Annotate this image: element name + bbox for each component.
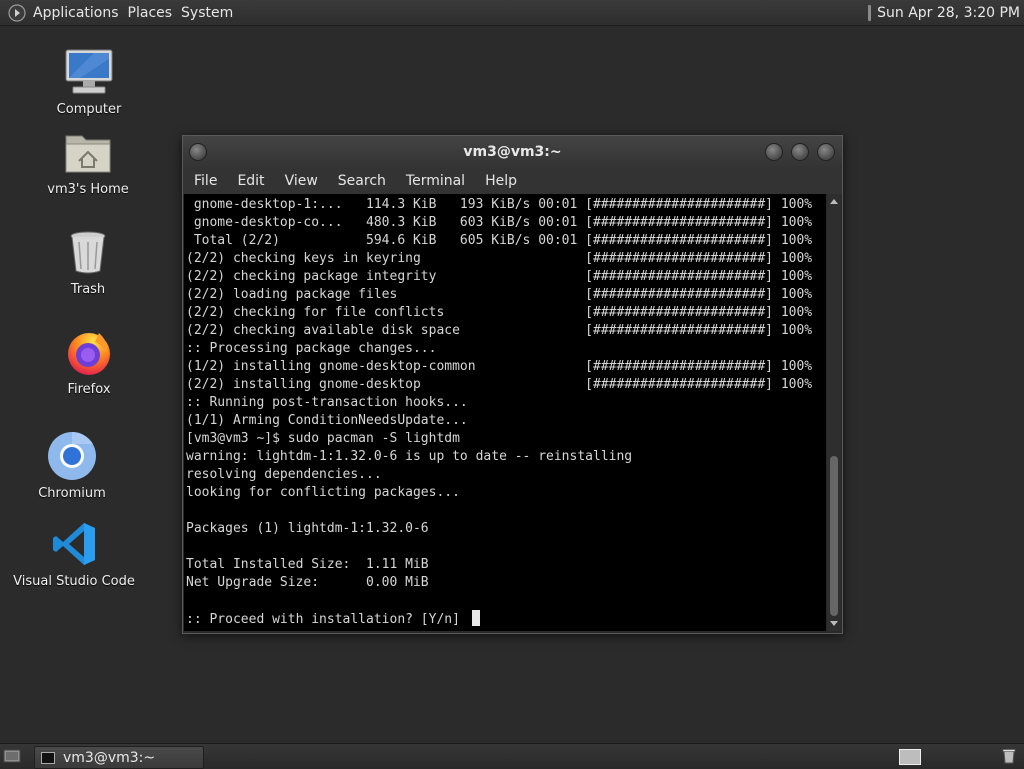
desktop-icon-label: Computer <box>56 102 122 117</box>
terminal-line: :: Processing package changes... <box>186 341 437 356</box>
desktop-icon-label: Trash <box>70 282 106 297</box>
desktop-icon-firefox[interactable]: Firefox <box>29 326 149 397</box>
window-title: vm3@vm3:~ <box>463 144 562 160</box>
terminal-output[interactable]: gnome-desktop-1:... 114.3 KiB 193 KiB/s … <box>184 194 826 631</box>
terminal-line: gnome-desktop-co... 480.3 KiB 603 KiB/s … <box>186 215 813 230</box>
desktop-icon-label: vm3's Home <box>47 182 129 197</box>
desktop-icon-home[interactable]: vm3's Home <box>28 126 148 197</box>
scrollbar-thumb[interactable] <box>830 456 838 616</box>
applications-menu[interactable]: Applications <box>0 3 128 22</box>
terminal-line: (2/2) checking for file conflicts [#####… <box>186 305 813 320</box>
terminal-window[interactable]: vm3@vm3:~ File Edit View Search Terminal… <box>182 135 843 634</box>
menu-help[interactable]: Help <box>475 173 527 189</box>
scroll-up-arrow-icon[interactable] <box>830 199 838 204</box>
bottom-panel: vm3@vm3:~ <box>0 743 1024 769</box>
terminal-menubar: File Edit View Search Terminal Help <box>183 168 842 194</box>
workspace-switcher[interactable] <box>899 749 921 765</box>
top-panel: Applications Places System Sun Apr 28, 3… <box>0 0 1024 26</box>
terminal-line: warning: lightdm-1:1.32.0-6 is up to dat… <box>186 449 633 464</box>
terminal-line: Packages (1) lightdm-1:1.32.0-6 <box>186 521 429 536</box>
show-desktop-icon[interactable] <box>3 748 21 764</box>
terminal-line: (1/1) Arming ConditionNeedsUpdate... <box>186 413 468 428</box>
firefox-icon <box>63 326 115 378</box>
computer-icon <box>63 46 115 98</box>
menu-file[interactable]: File <box>183 173 227 189</box>
trash-applet-icon[interactable] <box>1001 748 1017 764</box>
system-menu[interactable]: System <box>181 5 242 21</box>
applications-menu-label: Applications <box>33 4 119 21</box>
desktop-icon-chromium[interactable]: Chromium <box>12 430 132 501</box>
prompt-text: :: Proceed with installation? [Y/n] <box>186 612 468 627</box>
terminal-line: (1/2) installing gnome-desktop-common [#… <box>186 359 813 374</box>
places-menu[interactable]: Places <box>128 5 182 21</box>
desktop-icon-trash[interactable]: Trash <box>28 226 148 297</box>
terminal-line: Net Upgrade Size: 0.00 MiB <box>186 575 429 590</box>
terminal-cursor <box>471 610 480 626</box>
close-button[interactable] <box>817 143 835 161</box>
minimize-button[interactable] <box>765 143 783 161</box>
terminal-scrollbar[interactable] <box>827 194 841 631</box>
terminal-text: gnome-desktop-1:... 114.3 KiB 193 KiB/s … <box>184 194 826 628</box>
desktop-icon-label: Firefox <box>67 382 111 397</box>
desktop-icon-computer[interactable]: Computer <box>29 46 149 117</box>
clock[interactable]: Sun Apr 28, 3:20 PM <box>877 5 1020 21</box>
menu-search[interactable]: Search <box>328 173 396 189</box>
scroll-down-arrow-icon[interactable] <box>830 621 838 626</box>
terminal-line: (2/2) loading package files [###########… <box>186 287 813 302</box>
panel-handle[interactable] <box>868 4 872 21</box>
clock-area: Sun Apr 28, 3:20 PM <box>868 0 1020 25</box>
terminal-line: (2/2) checking keys in keyring [########… <box>186 251 813 266</box>
menu-edit[interactable]: Edit <box>227 173 274 189</box>
chromium-icon <box>46 430 98 482</box>
menu-terminal[interactable]: Terminal <box>396 173 475 189</box>
trash-icon <box>62 226 114 278</box>
terminal-line: Total Installed Size: 1.11 MiB <box>186 557 429 572</box>
terminal-titlebar[interactable]: vm3@vm3:~ <box>183 136 842 168</box>
terminal-line: gnome-desktop-1:... 114.3 KiB 193 KiB/s … <box>186 197 813 212</box>
desktop-icon-label: Chromium <box>38 486 106 501</box>
gnome-foot-icon <box>8 3 26 22</box>
taskbar-window-label: vm3@vm3:~ <box>63 749 156 766</box>
menu-view[interactable]: View <box>275 173 328 189</box>
terminal-line: [vm3@vm3 ~]$ sudo pacman -S lightdm <box>186 431 460 446</box>
taskbar-window-button[interactable]: vm3@vm3:~ <box>34 746 204 769</box>
terminal-icon <box>41 751 55 764</box>
terminal-prompt-line: :: Proceed with installation? [Y/n] <box>186 610 826 628</box>
desktop-icon-vscode[interactable]: Visual Studio Code <box>13 518 135 589</box>
terminal-line: resolving dependencies... <box>186 467 382 482</box>
desktop-icon-label: Visual Studio Code <box>13 574 135 589</box>
home-folder-icon <box>62 126 114 178</box>
terminal-line: (2/2) installing gnome-desktop [########… <box>186 377 813 392</box>
terminal-line: :: Running post-transaction hooks... <box>186 395 468 410</box>
terminal-line: (2/2) checking available disk space [###… <box>186 323 813 338</box>
terminal-line: looking for conflicting packages... <box>186 485 460 500</box>
maximize-button[interactable] <box>791 143 809 161</box>
vscode-icon <box>48 518 100 570</box>
terminal-line: Total (2/2) 594.6 KiB 605 KiB/s 00:01 [#… <box>186 233 813 248</box>
terminal-line: (2/2) checking package integrity [######… <box>186 269 813 284</box>
window-menu-button[interactable] <box>189 143 207 161</box>
